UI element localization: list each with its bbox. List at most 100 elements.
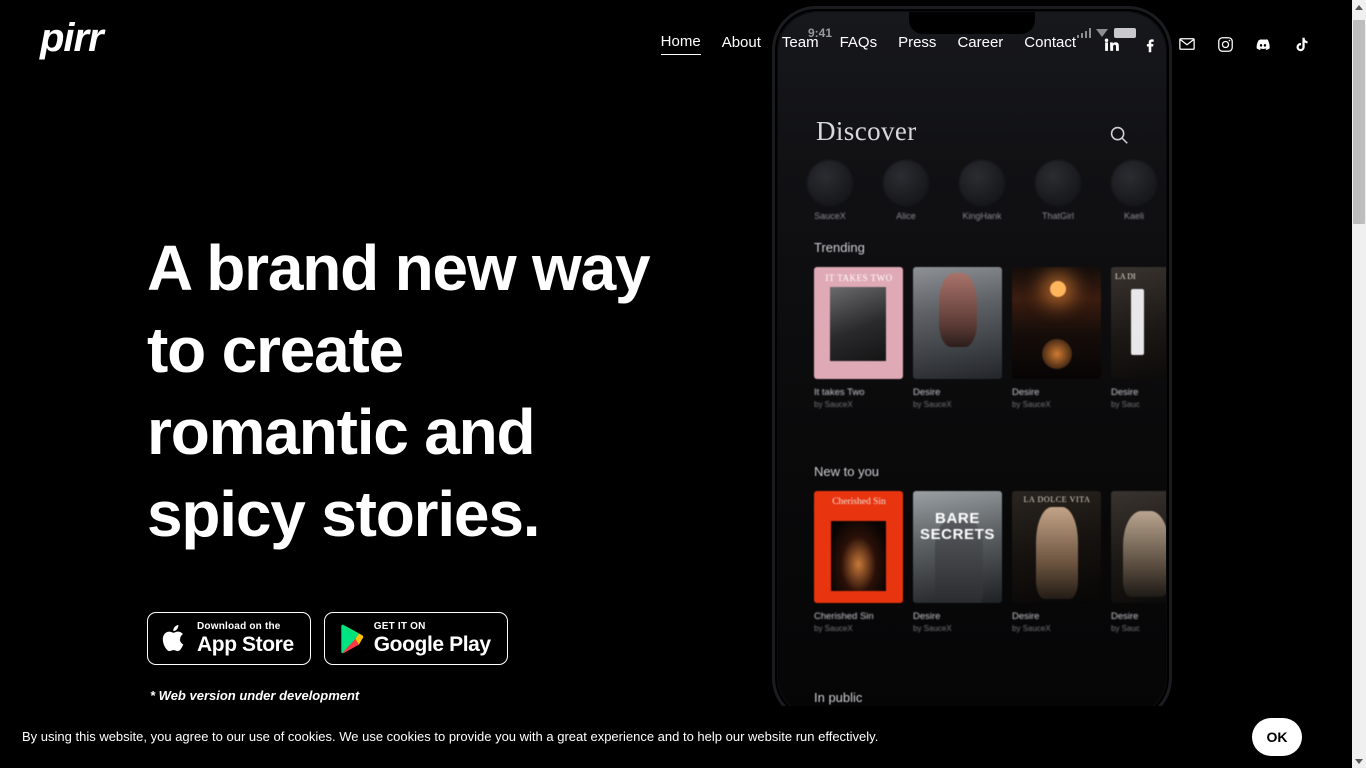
shelf-title: In public <box>814 690 863 705</box>
web-version-note: * Web version under development <box>150 688 360 703</box>
avatar-image <box>1111 160 1157 206</box>
google-play-title: Google Play <box>373 633 491 656</box>
avatar-image <box>883 160 929 206</box>
linkedin-icon[interactable] <box>1102 35 1120 53</box>
scrollbar-thumb[interactable] <box>1353 20 1365 224</box>
avatar-label: ThatGirl <box>1041 211 1074 221</box>
shelf-title: Trending <box>814 240 865 255</box>
avatar-label: Alice <box>896 211 916 221</box>
book-card[interactable]: LA DI Desire by Sauc <box>1111 267 1166 409</box>
scroll-up-button[interactable] <box>1352 0 1366 14</box>
store-buttons: Download on the App Store GET IT ON Goog… <box>147 612 508 665</box>
avatar[interactable]: ThatGirl <box>1028 160 1088 221</box>
book-cover: LA DI <box>1111 267 1166 379</box>
book-card[interactable]: IT TAKES TWO It takes Two by SauceX <box>814 267 903 409</box>
cover-art <box>939 273 977 347</box>
book-cover: BARE SECRETS <box>913 491 1002 603</box>
nav-item-about[interactable]: About <box>722 34 761 55</box>
hero-headline: A brand new way to create romantic and s… <box>147 232 651 550</box>
book-cover: LA DOLCE VITA <box>1012 491 1101 603</box>
discord-icon[interactable] <box>1254 35 1272 53</box>
book-author: by SauceX <box>814 624 853 633</box>
book-card[interactable]: Desire by Sauc <box>1111 491 1166 633</box>
apple-icon <box>161 623 188 654</box>
cookie-banner: By using this website, you agree to our … <box>0 706 1352 768</box>
nav-item-faqs[interactable]: FAQs <box>840 34 878 55</box>
shelf-title: New to you <box>814 464 880 479</box>
instagram-icon[interactable] <box>1216 35 1234 53</box>
tiktok-icon[interactable] <box>1292 35 1310 53</box>
nav-links: Home About Team FAQs Press Career Contac… <box>660 33 1076 55</box>
nav-item-contact[interactable]: Contact <box>1024 34 1076 55</box>
app-store-title: App Store <box>197 633 294 656</box>
google-play-subtitle: GET IT ON <box>373 621 426 632</box>
book-title: Desire <box>1111 611 1139 622</box>
book-author: by SauceX <box>913 624 952 633</box>
cover-art <box>1131 289 1144 355</box>
book-author: by SauceX <box>1012 400 1051 409</box>
cover-art <box>1036 507 1078 599</box>
email-icon[interactable] <box>1178 35 1196 53</box>
discover-title: Discover <box>816 116 917 146</box>
avatar-image <box>1035 160 1081 206</box>
creator-avatars: SauceX Alice KingHank ThatGirl Kaeli <box>800 160 1166 221</box>
book-title: Desire <box>1012 611 1040 622</box>
avatar[interactable]: KingHank <box>952 160 1012 221</box>
phone-screen: 9:41 Discover SauceX Alice KingHank That… <box>778 12 1166 716</box>
google-play-button[interactable]: GET IT ON Google Play <box>323 612 508 665</box>
page-scrollbar[interactable] <box>1352 0 1366 768</box>
avatar-label: KingHank <box>962 211 1002 221</box>
book-author: by Sauc <box>1111 624 1140 633</box>
book-card[interactable]: LA DOLCE VITA Desire by SauceX <box>1012 491 1101 633</box>
nav-item-press[interactable]: Press <box>898 34 936 55</box>
avatar-image <box>959 160 1005 206</box>
avatar[interactable]: Alice <box>876 160 936 221</box>
facebook-icon[interactable] <box>1140 35 1158 53</box>
shelf-trending: Trending IT TAKES TWO It takes Two by Sa… <box>814 240 1166 409</box>
cover-art <box>830 287 886 361</box>
book-author: by SauceX <box>814 400 853 409</box>
app-store-subtitle: Download on the <box>197 621 281 632</box>
cookie-message: By using this website, you agree to our … <box>22 728 879 744</box>
book-title: Desire <box>1012 387 1040 398</box>
app-store-button[interactable]: Download on the App Store <box>147 612 311 665</box>
cover-caption: LA DI <box>1115 272 1136 281</box>
avatar[interactable]: SauceX <box>800 160 860 221</box>
shelf-row: IT TAKES TWO It takes Two by SauceX Desi… <box>814 267 1166 409</box>
book-author: by SauceX <box>913 400 952 409</box>
book-author: by Sauc <box>1111 400 1140 409</box>
avatar-label: SauceX <box>814 211 846 221</box>
cover-art <box>831 521 886 591</box>
nav-item-team[interactable]: Team <box>782 34 819 55</box>
nav-item-home[interactable]: Home <box>660 33 701 55</box>
book-author: by SauceX <box>1012 624 1051 633</box>
book-title: Desire <box>1111 387 1139 398</box>
search-icon[interactable] <box>1108 124 1130 146</box>
nav-item-career[interactable]: Career <box>957 34 1003 55</box>
cookie-accept-button[interactable]: OK <box>1252 718 1302 756</box>
site-logo[interactable]: pirr <box>40 18 104 58</box>
book-card[interactable]: BARE SECRETS Desire by SauceX <box>913 491 1002 633</box>
cover-caption: Cherished Sin <box>832 497 886 507</box>
social-links <box>1102 35 1310 53</box>
book-title: Desire <box>913 387 941 398</box>
book-card[interactable]: Desire by SauceX <box>913 267 1002 409</box>
shelf-row: Cherished Sin Cherished Sin by SauceX BA… <box>814 491 1166 633</box>
page-viewport: pirr Home About Team FAQs Press Career C… <box>0 0 1352 768</box>
main-navigation: Home About Team FAQs Press Career Contac… <box>660 33 1310 55</box>
avatar-image <box>807 160 853 206</box>
book-card[interactable]: Desire by SauceX <box>1012 267 1101 409</box>
cover-caption: IT TAKES TWO <box>825 273 893 283</box>
book-cover <box>1111 491 1166 603</box>
cover-art <box>1123 511 1166 597</box>
phone-notch <box>909 12 1035 34</box>
book-cover <box>1012 267 1101 379</box>
scroll-down-button[interactable] <box>1352 754 1366 768</box>
scrollbar-track[interactable] <box>1352 14 1366 754</box>
book-title: It takes Two <box>814 387 865 398</box>
book-card[interactable]: Cherished Sin Cherished Sin by SauceX <box>814 491 903 633</box>
cover-caption: BARE SECRETS <box>919 510 996 543</box>
google-play-icon <box>338 624 365 654</box>
avatar[interactable]: Kaeli <box>1104 160 1164 221</box>
book-cover: IT TAKES TWO <box>814 267 903 379</box>
